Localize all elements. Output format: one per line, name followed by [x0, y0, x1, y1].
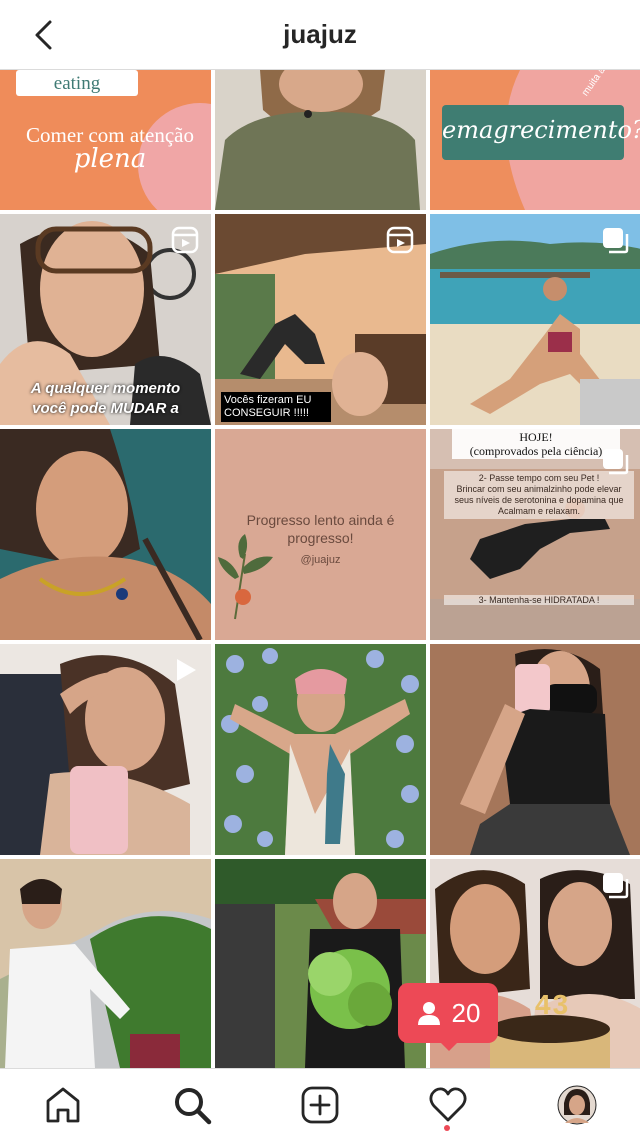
post-thumbnail[interactable]: Progresso lento ainda é progresso! @juaj… — [215, 429, 426, 640]
post-thumbnail[interactable] — [215, 644, 426, 855]
post-thumbnail[interactable]: A qualquer momento você pode MUDAR a — [0, 214, 211, 425]
home-icon — [46, 1087, 80, 1123]
cake-number: 43 — [535, 989, 571, 1020]
post-tip-line: 3- Mantenha-se HIDRATADA ! — [444, 595, 634, 605]
person-icon — [417, 1002, 440, 1025]
post-thumbnail[interactable] — [215, 70, 426, 210]
post-caption-box: Vocês fizeram EU CONSEGUIR !!!!! — [221, 392, 331, 422]
carousel-icon — [601, 226, 629, 254]
add-post-icon — [301, 1086, 339, 1124]
post-thumbnail[interactable]: Vocês fizeram EU CONSEGUIR !!!!! — [215, 214, 426, 425]
post-question: emagrecimento? — [442, 116, 640, 144]
post-tip-line: Acalmam e relaxam. — [497, 506, 581, 516]
nav-new-post[interactable] — [298, 1083, 342, 1127]
top-bar: juajuz — [0, 0, 640, 70]
post-tip-box: 2- Passe tempo com seu Pet ! Brincar com… — [444, 471, 634, 519]
post-thumbnail[interactable] — [215, 859, 426, 1068]
posts-grid: eating Comer com atenção plena emagrecim… — [0, 70, 640, 1068]
reels-icon — [386, 226, 414, 254]
avatar — [557, 1085, 597, 1125]
bottom-nav — [0, 1068, 640, 1138]
profile-grid-screen: juajuz eating Comer com atenção plena em… — [0, 0, 640, 1138]
nav-profile[interactable] — [555, 1083, 599, 1127]
post-caption-line2: você pode MUDAR a — [32, 400, 179, 417]
post-caption-line1: Vocês fizeram EU — [224, 394, 312, 406]
follower-count: 20 — [451, 997, 481, 1028]
post-tip-line: seus níveis de serotonina e dopamina que — [454, 495, 624, 505]
post-thumbnail[interactable] — [0, 859, 211, 1068]
activity-indicator-dot — [444, 1125, 450, 1131]
nav-search[interactable] — [170, 1083, 214, 1127]
nav-activity[interactable] — [426, 1083, 470, 1127]
post-thumbnail[interactable]: HOJE! (comprovados pela ciência) 2- Pass… — [430, 429, 640, 640]
carousel-icon — [601, 447, 629, 475]
heart-icon — [429, 1087, 467, 1122]
post-thumbnail[interactable] — [0, 644, 211, 855]
post-caption-line2: CONSEGUIR !!!!! — [224, 407, 309, 419]
follower-notification[interactable]: 20 — [398, 983, 498, 1043]
post-thumbnail[interactable] — [0, 429, 211, 640]
reels-icon — [171, 226, 199, 254]
post-tip-line: Brincar com seu animalzinho pode elevar — [456, 484, 622, 494]
popup-arrow — [439, 1041, 459, 1051]
post-thumbnail[interactable] — [430, 214, 640, 425]
post-thumbnail[interactable] — [430, 644, 640, 855]
post-title-line1: HOJE! — [519, 430, 553, 444]
post-caption-line1: A qualquer momento — [30, 380, 181, 397]
post-tag: eating — [53, 73, 101, 94]
post-thumbnail[interactable]: emagrecimento? muita atenção ganha — [430, 70, 640, 210]
video-icon — [171, 656, 199, 684]
post-title-line2: plena — [73, 144, 147, 174]
post-title-box: HOJE! (comprovados pela ciência) — [452, 429, 620, 459]
post-thumbnail[interactable]: eating Comer com atenção plena — [0, 70, 211, 210]
post-title-line2: (comprovados pela ciência) — [469, 444, 603, 458]
nav-home[interactable] — [41, 1083, 85, 1127]
post-handle: @juajuz — [300, 554, 341, 566]
post-quote-line1: Progresso lento ainda é — [246, 512, 395, 528]
search-icon — [175, 1088, 212, 1125]
profile-username: juajuz — [283, 19, 357, 49]
carousel-icon — [601, 871, 629, 899]
post-quote-line2: progresso! — [287, 530, 354, 546]
